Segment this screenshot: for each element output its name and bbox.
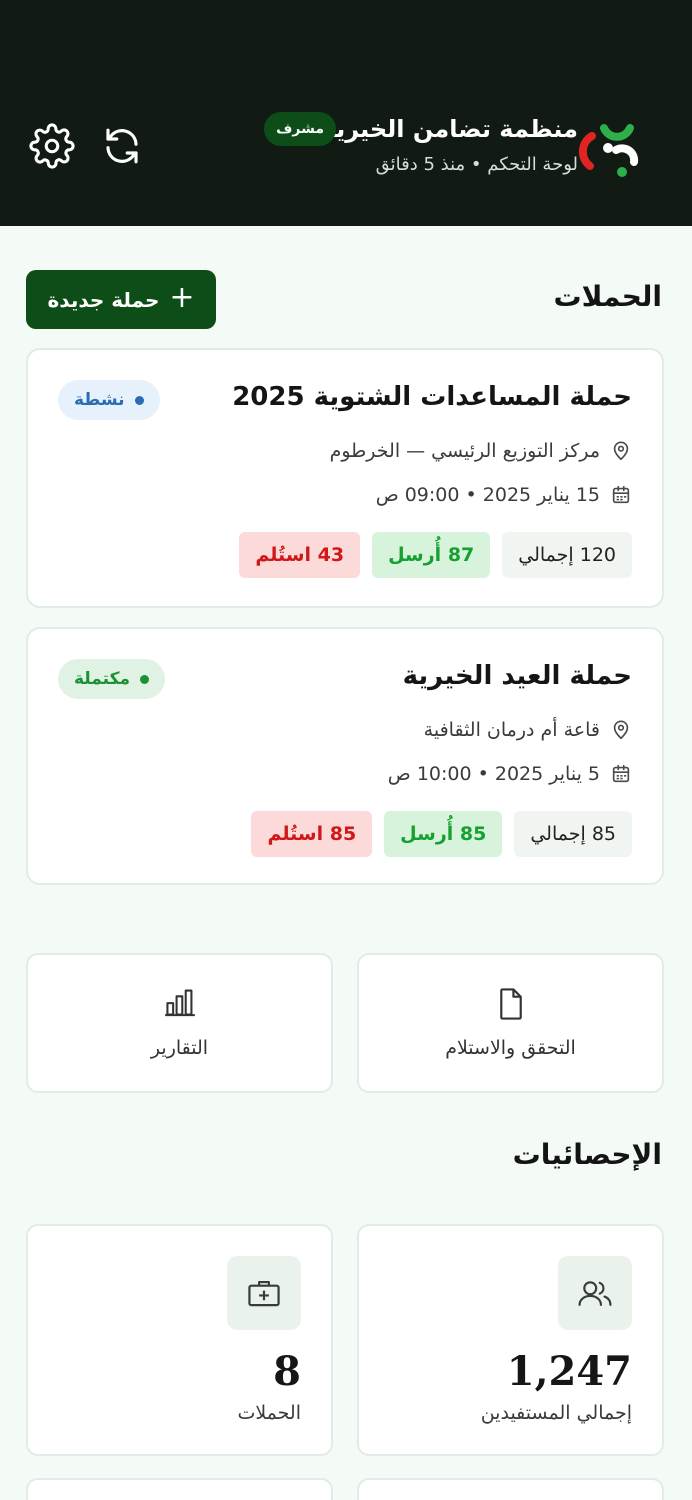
- status-label: نشطة: [74, 390, 125, 410]
- stat-card-campaigns: 8 الحملات: [26, 1224, 333, 1456]
- datetime-text: 5 يناير 2025 • 10:00 ص: [387, 763, 600, 785]
- received-count-chip: 85 استُلم: [251, 811, 373, 857]
- refresh-button[interactable]: [98, 122, 146, 170]
- stat-label: إجمالي المستفيدين: [480, 1402, 632, 1424]
- role-badge: مشرف: [264, 112, 336, 146]
- campaign-counters: 120 إجمالي 87 أُرسل 43 استُلم: [239, 532, 632, 578]
- campaign-counters: 85 إجمالي 85 أُرسل 85 استُلم: [251, 811, 632, 857]
- campaigns-title: الحملات: [553, 280, 662, 313]
- verify-receive-label: التحقق والاستلام: [445, 1037, 576, 1059]
- reports-button[interactable]: التقارير: [26, 953, 333, 1093]
- reports-label: التقارير: [150, 1037, 209, 1059]
- calendar-icon: [612, 764, 630, 783]
- location-pin-icon: [613, 720, 629, 740]
- stat-card-partial: [357, 1478, 664, 1500]
- location-text: مركز التوزيع الرئيسي — الخرطوم: [329, 440, 600, 462]
- total-count-chip: 85 إجمالي: [514, 811, 632, 857]
- stat-card-partial: [26, 1478, 333, 1500]
- first-aid-kit-icon: [248, 1280, 280, 1307]
- status-badge: نشطة: [58, 380, 160, 420]
- status-label: مكتملة: [74, 669, 130, 689]
- document-icon: [499, 988, 522, 1020]
- calendar-icon: [612, 485, 630, 504]
- refresh-icon: [106, 128, 138, 164]
- plus-icon: +: [169, 280, 195, 315]
- status-dot-icon: [134, 395, 144, 405]
- received-count-chip: 43 استُلم: [239, 532, 361, 578]
- campaign-card[interactable]: حملة المساعدات الشتوية 2025 نشطة مركز ال…: [26, 348, 664, 608]
- users-icon: [578, 1281, 612, 1306]
- total-count-chip: 120 إجمالي: [502, 532, 632, 578]
- campaign-datetime: 15 يناير 2025 • 09:00 ص: [376, 480, 632, 510]
- stat-label: الحملات: [237, 1402, 301, 1424]
- org-logo: [572, 114, 642, 180]
- campaign-location: قاعة أم درمان الثقافية: [424, 715, 632, 745]
- sent-count-chip: 87 أُرسل: [372, 532, 491, 578]
- status-dot-icon: [140, 674, 149, 684]
- campaign-location: مركز التوزيع الرئيسي — الخرطوم: [330, 436, 632, 466]
- stat-value: 1,247: [506, 1348, 632, 1395]
- verify-receive-button[interactable]: التحقق والاستلام: [357, 953, 664, 1093]
- status-badge: مكتملة: [58, 659, 165, 699]
- statistics-title: الإحصائيات: [512, 1138, 662, 1171]
- datetime-text: 15 يناير 2025 • 09:00 ص: [375, 484, 600, 506]
- new-campaign-label: حملة جديدة: [47, 287, 160, 312]
- campaign-card[interactable]: حملة العيد الخيرية مكتملة قاعة أم درمان …: [26, 627, 664, 885]
- stat-card-beneficiaries: 1,247 إجمالي المستفيدين: [357, 1224, 664, 1456]
- settings-button[interactable]: [28, 122, 76, 170]
- stat-value: 8: [273, 1348, 301, 1395]
- location-pin-icon: [613, 441, 629, 461]
- new-campaign-button[interactable]: + حملة جديدة: [26, 270, 216, 329]
- org-name: منظمة تضامن الخيرية: [321, 115, 578, 143]
- app-header: منظمة تضامن الخيرية مشرف لوحة التحكم • م…: [0, 0, 692, 226]
- sent-count-chip: 85 أُرسل: [384, 811, 503, 857]
- campaign-datetime: 5 يناير 2025 • 10:00 ص: [388, 759, 632, 789]
- campaign-title: حملة العيد الخيرية: [402, 661, 632, 691]
- campaign-title: حملة المساعدات الشتوية 2025: [232, 382, 632, 412]
- gear-icon: [29, 123, 75, 169]
- bar-chart-icon: [164, 989, 195, 1017]
- location-text: قاعة أم درمان الثقافية: [423, 719, 600, 741]
- header-subtitle: لوحة التحكم • منذ 5 دقائق: [375, 154, 578, 175]
